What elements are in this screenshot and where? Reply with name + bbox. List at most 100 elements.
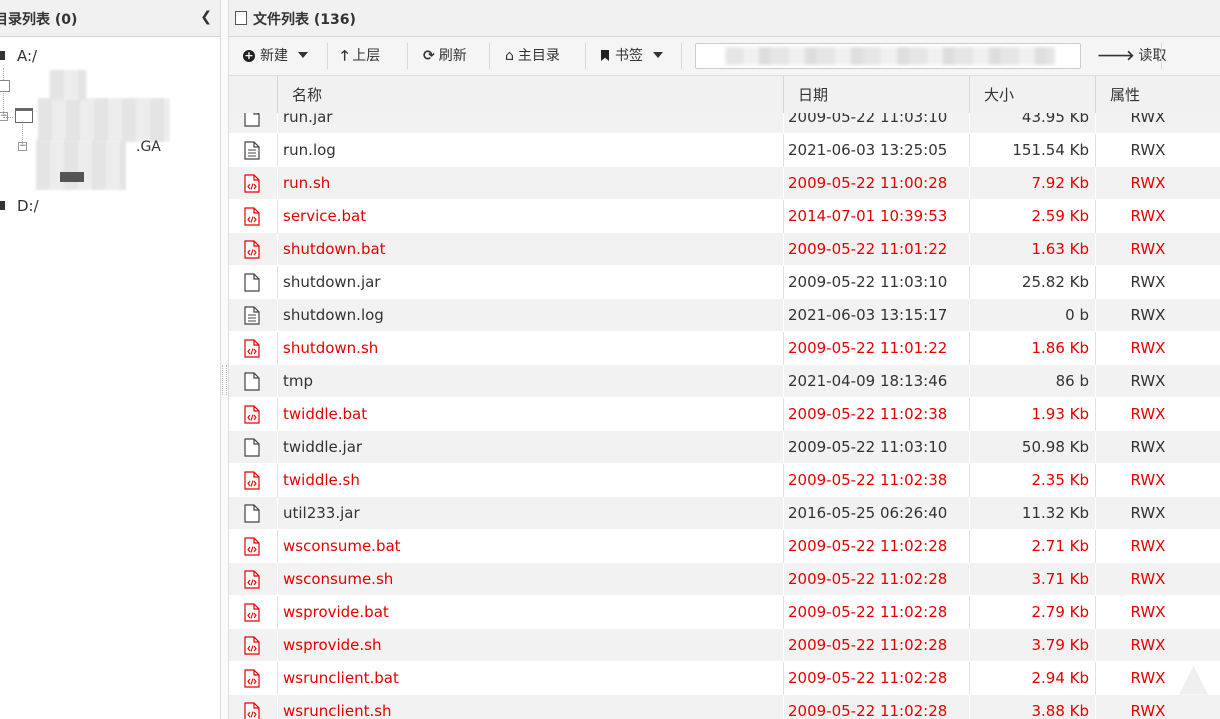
file-size: 1.93 Kb	[1031, 405, 1089, 423]
path-input[interactable]	[695, 43, 1081, 69]
table-row[interactable]: run.jar 2009-05-22 11:03:10 43.95 Kb RWX	[229, 113, 1220, 134]
file-size: 2.79 Kb	[1031, 603, 1089, 621]
column-divider	[277, 431, 278, 464]
home-button[interactable]: ⌂ 主目录	[505, 37, 560, 75]
table-row[interactable]: util233.jar 2016-05-25 06:26:40 11.32 Kb RW…	[229, 497, 1220, 530]
table-row[interactable]: shutdown.log 2021-06-03 13:15:17 0 b RWX	[229, 299, 1220, 332]
code-file-icon	[244, 174, 260, 193]
file-attr: RWX	[1130, 438, 1166, 456]
file-name[interactable]: wsprovide.bat	[283, 596, 389, 629]
column-header-date[interactable]: 日期	[783, 76, 969, 114]
table-row[interactable]: twiddle.sh 2009-05-22 11:02:38 2.35 Kb RWX	[229, 464, 1220, 497]
collapse-node-icon[interactable]: −	[18, 142, 27, 151]
chevron-left-icon[interactable]: ❮	[200, 9, 212, 25]
collapse-node-icon[interactable]: −	[0, 112, 8, 121]
column-header-name[interactable]: 名称	[277, 76, 783, 114]
file-attr: RWX	[1130, 636, 1166, 654]
file-name[interactable]: wsrunclient.bat	[283, 662, 399, 695]
file-size: 2.71 Kb	[1031, 537, 1089, 555]
code-file-icon	[244, 339, 260, 358]
table-row[interactable]: run.sh 2009-05-22 11:00:28 7.92 Kb RWX	[229, 167, 1220, 200]
column-divider	[783, 167, 784, 200]
table-row[interactable]: run.log 2021-06-03 13:25:05 151.54 Kb RWX	[229, 134, 1220, 167]
drive-icon	[60, 172, 84, 182]
tree-drive-a[interactable]: A:/	[0, 47, 37, 65]
file-date: 2009-05-22 11:01:22	[788, 339, 948, 357]
arrow-right-icon: 🡒	[1097, 48, 1135, 64]
column-divider	[277, 332, 278, 365]
file-date: 2021-06-03 13:15:17	[788, 306, 948, 324]
table-row[interactable]: wsprovide.sh 2009-05-22 11:02:28 3.79 Kb RW…	[229, 629, 1220, 662]
bookmark-label: 书签	[615, 48, 643, 64]
read-button[interactable]: 🡒 读取	[1097, 37, 1167, 75]
file-name[interactable]: twiddle.jar	[283, 431, 362, 464]
panel-splitter[interactable]	[221, 0, 227, 719]
file-size: 3.88 Kb	[1031, 702, 1089, 719]
file-date: 2009-05-22 11:02:28	[788, 537, 948, 555]
code-file-icon	[244, 471, 260, 490]
column-divider	[783, 464, 784, 497]
file-date: 2009-05-22 11:00:28	[788, 174, 948, 192]
file-name[interactable]: wsconsume.bat	[283, 530, 401, 563]
file-name[interactable]: wsconsume.sh	[283, 563, 393, 596]
table-row[interactable]: shutdown.bat 2009-05-22 11:01:22 1.63 Kb RW…	[229, 233, 1220, 266]
column-divider	[277, 629, 278, 662]
refresh-button[interactable]: ⟳ 刷新	[423, 37, 467, 75]
table-row[interactable]: wsrunclient.bat 2009-05-22 11:02:28 2.94 K…	[229, 662, 1220, 695]
redacted-tree-content	[50, 70, 86, 100]
new-button[interactable]: + 新建	[243, 37, 308, 75]
column-divider	[277, 299, 278, 332]
table-row[interactable]: wsprovide.bat 2009-05-22 11:02:28 2.79 Kb R…	[229, 596, 1220, 629]
file-attr: RWX	[1130, 504, 1166, 522]
tree-drive-d[interactable]: D:/	[0, 197, 39, 215]
directory-panel: 目录列表 (0) ❮ A:/ − − .GA D:/	[0, 0, 221, 719]
column-divider	[783, 596, 784, 629]
bookmark-button[interactable]: 书签	[601, 37, 663, 75]
file-name[interactable]: shutdown.bat	[283, 233, 386, 266]
table-row[interactable]: wsrunclient.sh 2009-05-22 11:02:28 3.88 Kb…	[229, 695, 1220, 719]
splitter-grip[interactable]	[222, 365, 227, 395]
table-row[interactable]: twiddle.jar 2009-05-22 11:03:10 50.98 Kb RW…	[229, 431, 1220, 464]
table-row[interactable]: wsconsume.sh 2009-05-22 11:02:28 3.71 Kb RW…	[229, 563, 1220, 596]
table-row[interactable]: wsconsume.bat 2009-05-22 11:02:28 2.71 Kb R…	[229, 530, 1220, 563]
file-name[interactable]: run.log	[283, 134, 336, 167]
file-date: 2016-05-25 06:26:40	[788, 504, 948, 522]
file-panel-header: 文件列表 (136)	[229, 0, 1220, 37]
column-header-size[interactable]: 大小	[969, 76, 1095, 114]
file-name[interactable]: twiddle.bat	[283, 398, 367, 431]
table-row[interactable]: tmp 2021-04-09 18:13:46 86 b RWX	[229, 365, 1220, 398]
table-row[interactable]: shutdown.jar 2009-05-22 11:03:10 25.82 Kb R…	[229, 266, 1220, 299]
file-name[interactable]: service.bat	[283, 200, 366, 233]
directory-panel-title: 目录列表 (0)	[0, 12, 78, 28]
file-name[interactable]: wsrunclient.sh	[283, 695, 392, 719]
tree-partial-label: .GA	[136, 139, 161, 155]
file-attr: RWX	[1130, 537, 1166, 555]
file-attr: RWX	[1130, 405, 1166, 423]
table-row[interactable]: shutdown.sh 2009-05-22 11:01:22 1.86 Kb RWX	[229, 332, 1220, 365]
file-name[interactable]: twiddle.sh	[283, 464, 360, 497]
file-date: 2021-06-03 13:25:05	[788, 141, 948, 159]
column-divider	[277, 695, 278, 719]
file-name[interactable]: shutdown.sh	[283, 332, 378, 365]
file-name[interactable]: wsprovide.sh	[283, 629, 382, 662]
column-divider	[277, 530, 278, 563]
table-row[interactable]: service.bat 2014-07-01 10:39:53 2.59 Kb RWX	[229, 200, 1220, 233]
column-divider	[277, 113, 278, 134]
file-name[interactable]: run.jar	[283, 113, 332, 134]
file-name[interactable]: run.sh	[283, 167, 330, 200]
table-row[interactable]: twiddle.bat 2009-05-22 11:02:38 1.93 Kb RWX	[229, 398, 1220, 431]
file-name[interactable]: util233.jar	[283, 497, 360, 530]
file-attr: RWX	[1130, 240, 1166, 258]
file-name[interactable]: tmp	[283, 365, 313, 398]
file-name[interactable]: shutdown.log	[283, 299, 384, 332]
checkbox-icon[interactable]	[0, 80, 10, 92]
column-header-attr[interactable]: 属性	[1095, 76, 1220, 114]
column-divider	[783, 200, 784, 233]
caret-down-icon	[653, 52, 663, 58]
up-level-button[interactable]: 🡑 上层	[341, 37, 380, 75]
column-divider	[783, 113, 784, 134]
drive-icon	[0, 51, 5, 60]
file-name[interactable]: shutdown.jar	[283, 266, 380, 299]
file-icon	[244, 504, 260, 523]
toolbar-divider	[489, 43, 490, 69]
